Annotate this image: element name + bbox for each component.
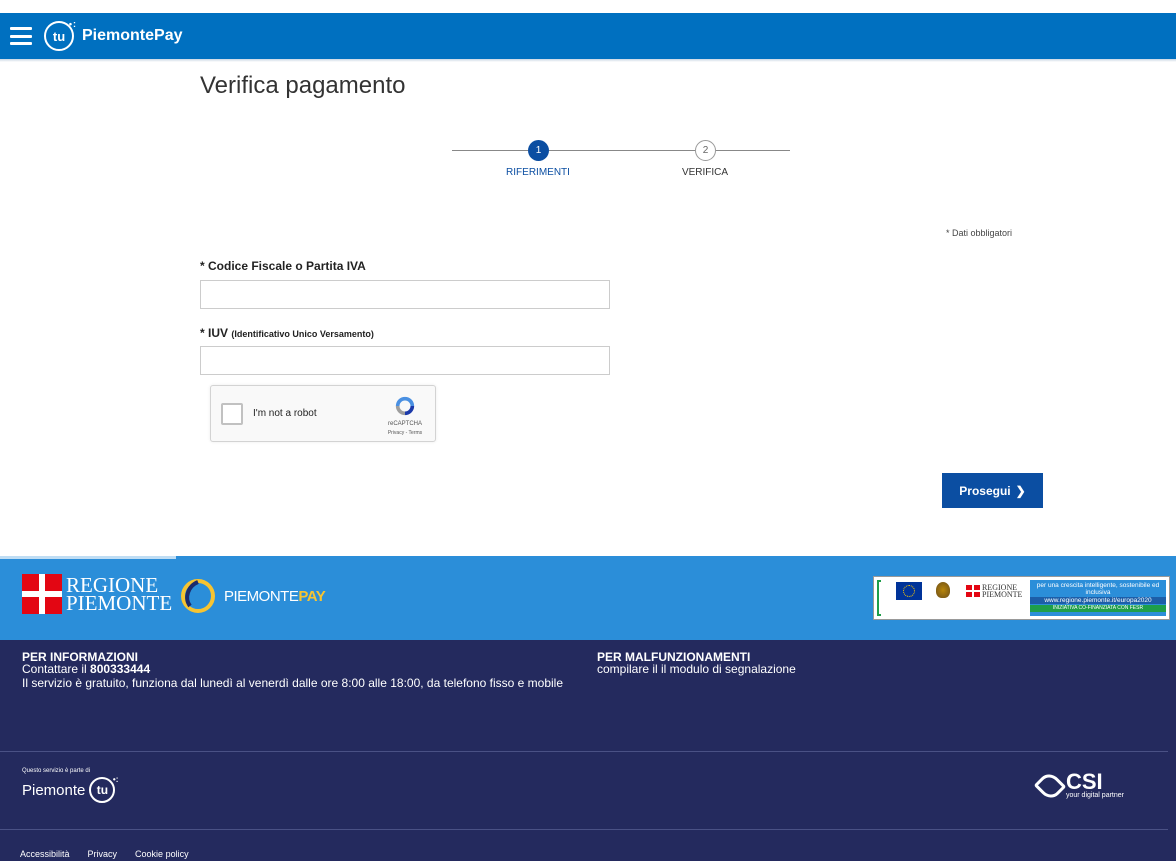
piemonte-tu-word: Piemonte [22, 781, 86, 799]
codice-fiscale-input[interactable] [200, 280, 610, 309]
eu-banner-strip: INIZIATIVA CO-FINANZIATA CON FESR [1030, 605, 1166, 612]
recaptcha-widget: I'm not a robot reCAPTCHA Privacy - Term… [210, 385, 436, 442]
piemonte-tu-circle: tu •: [89, 775, 119, 803]
csi-tagline: your digital partner [1066, 792, 1124, 799]
chevron-right-icon: ❯ [1015, 483, 1026, 498]
eu-banner-text-block: per una crescita intelligente, sostenibi… [1030, 580, 1166, 616]
iuv-label-main: * IUV [200, 326, 229, 340]
regione-piemonte-text: REGIONE PIEMONTE [66, 575, 173, 615]
iuv-label-detail: (Identificativo Unico Versamento) [231, 329, 374, 339]
iuv-input[interactable] [200, 346, 610, 375]
piemontepay-ring-icon [181, 579, 215, 613]
top-navigation-bar: tu •: PiemontePay [0, 13, 1176, 59]
iuv-label: * IUV (Identificativo Unico Versamento) [200, 326, 374, 340]
recaptcha-checkbox[interactable] [221, 403, 243, 425]
step-1-circle: 1 [528, 140, 549, 161]
regione-text-line2: PIEMONTE [66, 591, 173, 615]
stepper-line [549, 150, 695, 151]
eu-flag-icon [896, 582, 922, 600]
csi-mark-icon [1033, 769, 1067, 802]
accessibilita-link[interactable]: Accessibilità [20, 849, 70, 859]
regione-piemonte-logo[interactable]: REGIONE PIEMONTE [22, 574, 172, 614]
info-contact-prefix: Contattare il [22, 662, 91, 676]
prosegui-label: Prosegui [959, 483, 1011, 498]
info-hours: Il servizio è gratuito, funziona dal lun… [22, 676, 564, 690]
hamburger-menu-icon[interactable] [10, 27, 32, 45]
eu-funding-banner[interactable]: REGIONE PIEMONTE per una crescita intell… [873, 576, 1170, 620]
piemonte-tu-circle-text: tu [96, 783, 109, 797]
mandatory-fields-note: * Dati obbligatori [946, 228, 1013, 238]
footer-info-section: PER INFORMAZIONI Contattare il 800333444… [0, 640, 1176, 861]
piemontepay-part2: PAY [298, 587, 326, 605]
footer-links: Accessibilità Privacy Cookie policy [20, 849, 189, 859]
privacy-link[interactable]: Privacy [88, 849, 118, 859]
step-2-circle: 2 [695, 140, 716, 161]
regione-piemonte-flag-icon [22, 574, 62, 614]
recaptcha-logo-icon [395, 396, 415, 416]
piemonte-tu-dots: •: [112, 775, 119, 784]
mini-regione-flag-icon [966, 585, 980, 597]
cookie-policy-link[interactable]: Cookie policy [135, 849, 189, 859]
stepper-line [452, 150, 528, 151]
brand-name[interactable]: PiemontePay [82, 27, 182, 45]
prosegui-button[interactable]: Prosegui ❯ [942, 473, 1043, 508]
csi-name: CSI [1066, 769, 1103, 794]
piemontepay-logo[interactable]: PIEMONTEPAY [180, 578, 326, 614]
piemonte-tu-row: Piemonte tu •: [22, 775, 119, 803]
malfunzionamenti-link[interactable]: compilare il il modulo di segnalazione [597, 662, 796, 676]
eu-banner-bracket [877, 580, 881, 616]
codice-fiscale-label: * Codice Fiscale o Partita IVA [200, 259, 366, 273]
step-1-label: RIFERIMENTI [506, 167, 570, 178]
eu-banner-rp-line2: PIEMONTE [982, 590, 1023, 599]
tu-logo-text: tu [52, 28, 66, 44]
eu-banner-url: www.regione.piemonte.it/europa2020 [1030, 597, 1166, 604]
tu-logo-dots: •: [68, 19, 77, 29]
piemontepay-wordmark: PIEMONTEPAY [224, 587, 326, 605]
recaptcha-brand: reCAPTCHA [387, 421, 422, 427]
footer-divider [0, 751, 1168, 752]
eu-banner-slogan: per una crescita intelligente, sostenibi… [1036, 582, 1160, 596]
info-contact-line: Contattare il 800333444 [22, 662, 150, 676]
info-phone[interactable]: 800333444 [90, 662, 150, 676]
recaptcha-label: I'm not a robot [253, 408, 317, 419]
eu-banner-regione-logo: REGIONE PIEMONTE [966, 584, 1023, 599]
recaptcha-links[interactable]: Privacy - Terms [383, 430, 427, 436]
csi-logo[interactable]: CSI your digital partner [1033, 769, 1124, 802]
piemonte-tu-caption: Questo servizio è parte di [22, 768, 91, 774]
step-2-label: VERIFICA [681, 167, 729, 178]
piemontepay-part1: PIEMONTE [224, 587, 299, 605]
footer-accent-line [0, 556, 176, 559]
page-title: Verifica pagamento [200, 72, 406, 99]
header-shadow [0, 59, 1176, 62]
italian-emblem-icon [936, 582, 950, 598]
tu-logo: tu •: [44, 19, 77, 51]
footer-divider [0, 829, 1168, 830]
progress-stepper: 1 2 RIFERIMENTI VERIFICA [452, 140, 790, 184]
piemonte-tu-logo[interactable]: Questo servizio è parte di Piemonte tu •: [22, 768, 119, 803]
footer-logo-band: REGIONE PIEMONTE PIEMONTEPAY REGIONE PIE… [0, 556, 1176, 640]
stepper-line [716, 150, 790, 151]
